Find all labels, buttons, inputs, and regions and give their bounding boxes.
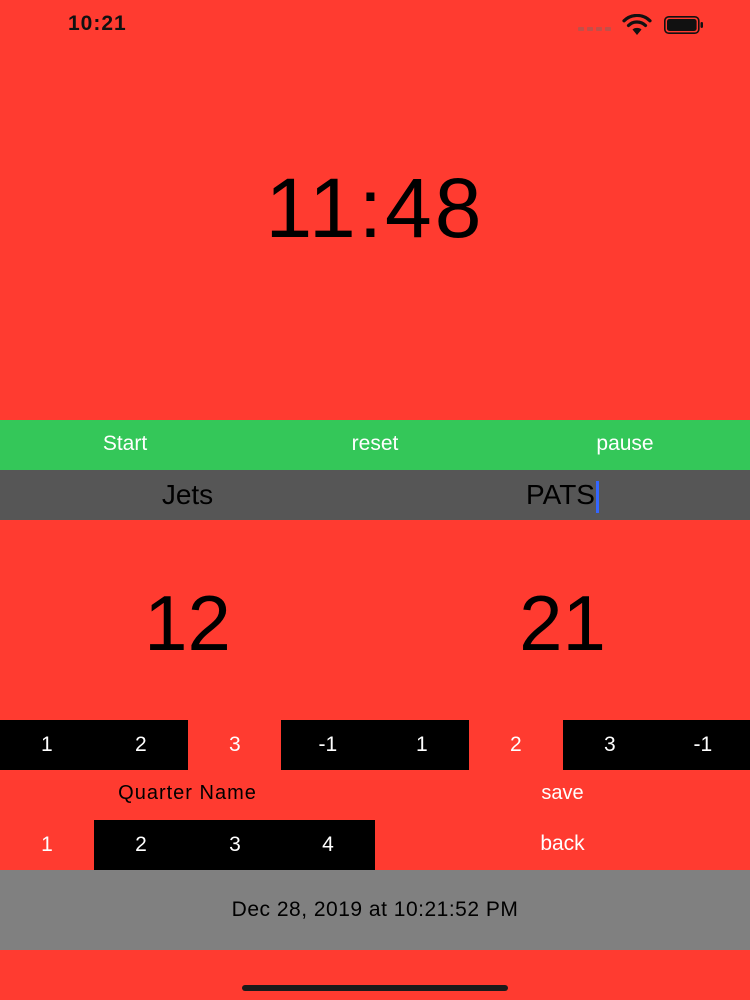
score-increment-row: 1 2 3 -1 1 2 3 -1 xyxy=(0,720,750,770)
team-names-bar: Jets PATS xyxy=(0,470,750,520)
save-button[interactable]: save xyxy=(375,782,750,805)
away-minus-1-segment[interactable]: -1 xyxy=(656,720,750,770)
quarter-name-label: Quarter Name xyxy=(118,782,257,804)
quarter-2-segment[interactable]: 2 xyxy=(94,820,188,870)
home-score: 12 xyxy=(144,579,231,667)
away-add-3-segment[interactable]: 3 xyxy=(563,720,657,770)
home-add-1-segment[interactable]: 1 xyxy=(0,720,94,770)
back-button[interactable]: back xyxy=(375,832,750,856)
cellular-signal-icon xyxy=(578,25,612,31)
quarter-selector: 1 2 3 4 xyxy=(0,820,375,870)
quarter-4-segment[interactable]: 4 xyxy=(281,820,375,870)
start-button[interactable]: Start xyxy=(0,432,250,456)
home-add-3-segment[interactable]: 3 xyxy=(188,720,282,770)
status-time: 10:21 xyxy=(68,12,127,35)
quarter-1-segment[interactable]: 1 xyxy=(0,820,94,870)
home-indicator[interactable] xyxy=(242,985,508,991)
home-minus-1-segment[interactable]: -1 xyxy=(281,720,375,770)
pause-button[interactable]: pause xyxy=(500,432,750,456)
wifi-icon xyxy=(622,14,652,35)
home-team-field[interactable]: Jets xyxy=(0,479,375,511)
text-cursor xyxy=(595,480,599,513)
quarter-3-segment[interactable]: 3 xyxy=(188,820,282,870)
away-team-field[interactable]: PATS xyxy=(375,479,750,513)
home-team-name: Jets xyxy=(161,479,214,510)
timestamp-bar: Dec 28, 2019 at 10:21:52 PM xyxy=(0,870,750,950)
timestamp-text: Dec 28, 2019 at 10:21:52 PM xyxy=(231,898,519,921)
away-team-name: PATS xyxy=(526,479,595,510)
game-clock: 11:48 xyxy=(265,161,485,255)
reset-button[interactable]: reset xyxy=(250,432,500,456)
clock-controls-bar: Start reset pause xyxy=(0,420,750,470)
battery-icon xyxy=(664,16,703,34)
away-score: 21 xyxy=(519,579,606,667)
away-add-2-segment[interactable]: 2 xyxy=(469,720,563,770)
away-add-1-segment[interactable]: 1 xyxy=(375,720,469,770)
home-add-2-segment[interactable]: 2 xyxy=(94,720,188,770)
